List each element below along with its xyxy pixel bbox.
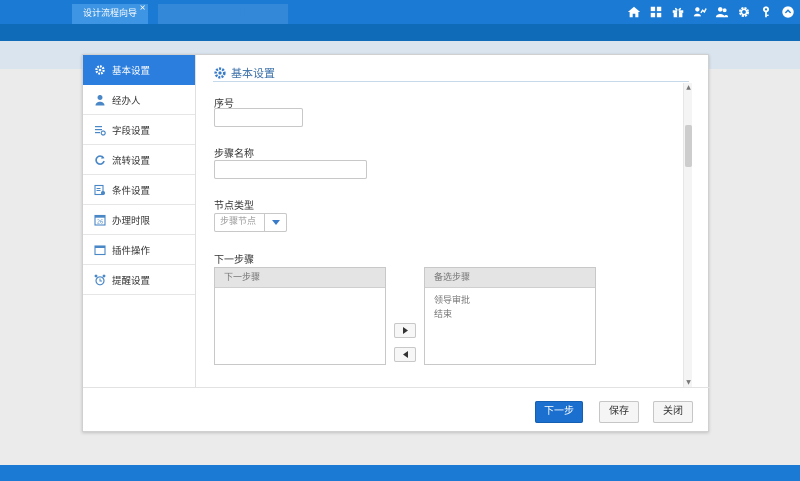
dialog-footer: 下一步 保存 关闭 (83, 387, 710, 433)
wizard-dialog: 基本设置 经办人 字段设置 流转设置 条件设置 26 办理时限 插件操作 提醒设… (82, 54, 710, 433)
gear-icon[interactable] (736, 4, 752, 20)
settings-sidebar: 基本设置 经办人 字段设置 流转设置 条件设置 26 办理时限 插件操作 提醒设… (83, 55, 196, 387)
scroll-down-icon[interactable]: ▼ (685, 379, 692, 386)
node-type-select[interactable]: 步骤节点 (214, 213, 287, 232)
chevron-down-icon[interactable] (265, 214, 286, 231)
condition-icon (94, 184, 106, 196)
scroll-up-icon[interactable]: ▲ (685, 84, 692, 91)
step-name-input[interactable] (214, 160, 367, 179)
grid-icon[interactable] (648, 4, 664, 20)
candidate-steps-list[interactable]: 备选步骤 领导审批 结束 (424, 267, 596, 365)
people-chart-icon[interactable] (692, 4, 708, 20)
section-header: 基本设置 (213, 64, 689, 82)
tab-label: 设计流程向导 (82, 9, 137, 19)
sidebar-item-label: 经办人 (112, 95, 141, 107)
sub-bar (0, 24, 800, 41)
selected-steps-list[interactable]: 下一步骤 (214, 267, 386, 365)
sidebar-item-label: 字段设置 (112, 125, 151, 137)
step-name-label: 步骤名称 (214, 149, 254, 160)
sidebar-item-plugin-actions[interactable]: 插件操作 (83, 235, 195, 265)
tab-other[interactable]: 其他标签 (224, 4, 288, 24)
tab-label: 其他标签 (237, 9, 274, 19)
move-left-button[interactable] (394, 347, 416, 362)
node-type-label: 节点类型 (214, 201, 254, 212)
node-type-value: 步骤节点 (215, 214, 265, 231)
arrow-left-icon (402, 351, 408, 358)
list-items: 领导审批 结束 (425, 288, 595, 322)
next-button[interactable]: 下一步 (535, 401, 583, 423)
sidebar-item-field-settings[interactable]: 字段设置 (83, 115, 195, 145)
section-title: 基本设置 (231, 66, 275, 80)
close-button[interactable]: 关闭 (653, 401, 693, 423)
window-icon (94, 244, 106, 256)
content-scrollbar[interactable]: ▲ ▼ (683, 83, 692, 387)
sidebar-item-label: 基本设置 (112, 65, 151, 77)
sidebar-item-time-limit[interactable]: 26 办理时限 (83, 205, 195, 235)
tab-design-wizard[interactable]: 设计流程向导 × (72, 3, 148, 24)
list-item[interactable]: 结束 (425, 308, 595, 322)
list-header: 下一步骤 (215, 268, 385, 288)
list-header: 备选步骤 (425, 268, 595, 288)
sidebar-item-flow-settings[interactable]: 流转设置 (83, 145, 195, 175)
bottom-bar (0, 465, 800, 481)
next-step-label: 下一步骤 (214, 255, 254, 266)
top-icon-toolbar (626, 3, 796, 21)
person-icon (94, 94, 106, 106)
seq-input[interactable] (214, 108, 303, 127)
user-circle-icon[interactable] (780, 4, 796, 20)
alarm-clock-icon (94, 274, 106, 286)
users-icon[interactable] (714, 4, 730, 20)
sidebar-item-label: 提醒设置 (112, 275, 151, 287)
sidebar-item-basic-settings[interactable]: 基本设置 (83, 55, 195, 85)
sidebar-item-label: 条件设置 (112, 185, 151, 197)
gift-icon[interactable] (670, 4, 686, 20)
home-icon[interactable] (626, 4, 642, 20)
svg-text:26: 26 (97, 219, 103, 225)
scroll-thumb[interactable] (685, 125, 692, 167)
refresh-icon (94, 154, 106, 166)
field-settings-icon (94, 124, 106, 136)
arrow-right-icon (402, 327, 408, 334)
sidebar-item-condition-settings[interactable]: 条件设置 (83, 175, 195, 205)
move-right-button[interactable] (394, 323, 416, 338)
tab-label: 日程安排 (183, 9, 220, 19)
sidebar-item-label: 流转设置 (112, 155, 151, 167)
gear-icon (94, 64, 106, 76)
calendar-icon: 26 (94, 214, 106, 226)
pin-icon[interactable] (758, 4, 774, 20)
sidebar-item-handler[interactable]: 经办人 (83, 85, 195, 115)
sidebar-item-reminder-settings[interactable]: 提醒设置 (83, 265, 195, 295)
top-bar: 设计流程向导 × 日程安排 其他标签 (0, 0, 800, 24)
sidebar-item-label: 办理时限 (112, 215, 151, 227)
sidebar-item-label: 插件操作 (112, 245, 151, 257)
list-item[interactable]: 领导审批 (425, 294, 595, 308)
save-button[interactable]: 保存 (599, 401, 639, 423)
settings-content: 基本设置 序号 步骤名称 节点类型 步骤节点 下一步骤 下一步骤 备选步骤 领导… (196, 55, 710, 387)
gear-icon (214, 66, 226, 79)
tab-close-icon[interactable]: × (139, 0, 146, 18)
